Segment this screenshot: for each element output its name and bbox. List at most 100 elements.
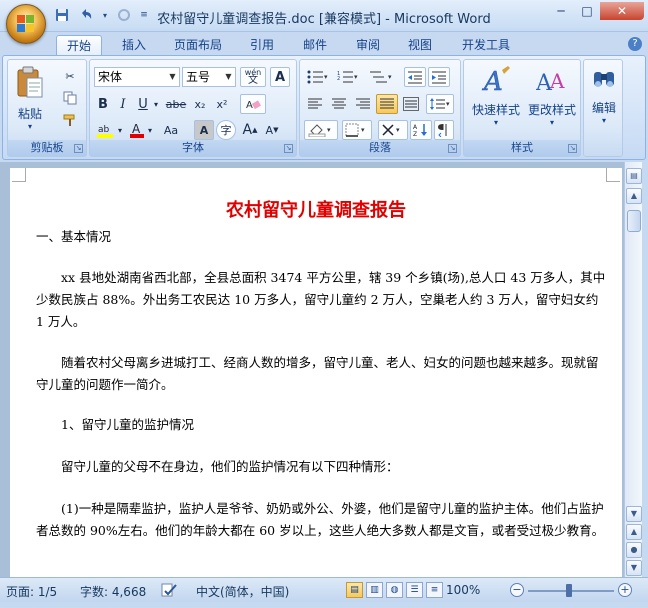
copy-icon[interactable]: [60, 88, 80, 108]
align-left-button[interactable]: [304, 94, 326, 114]
italic-button[interactable]: I: [114, 94, 132, 114]
styles-launcher-icon[interactable]: ↘: [568, 144, 577, 153]
tab-review[interactable]: 审阅: [346, 35, 390, 56]
sort-button[interactable]: AZ: [410, 120, 432, 140]
tab-insert[interactable]: 插入: [112, 35, 156, 56]
vertical-scrollbar[interactable]: ▤ ▲ ▼ ▲ ● ▼: [624, 162, 642, 577]
svg-text:▾: ▾: [388, 73, 392, 81]
phonetic-guide-button[interactable]: wén 文: [240, 67, 266, 87]
justify-button[interactable]: [376, 94, 398, 114]
paragraph-migration: 随着农村父母离乡进城打工、经商人数的增多，留守儿童、老人、妇女的问题也越来越多。…: [36, 355, 599, 392]
web-layout-view-icon[interactable]: ◍: [386, 582, 403, 598]
tab-references[interactable]: 引用: [240, 35, 284, 56]
align-center-button[interactable]: [328, 94, 350, 114]
paste-button[interactable]: 粘贴 ▾: [12, 66, 48, 131]
shrink-font-button[interactable]: A ▼: [262, 120, 282, 140]
character-border-button[interactable]: A: [270, 67, 290, 87]
multilevel-list-button[interactable]: ▾: [366, 67, 396, 87]
chinese-layout-button[interactable]: ▾: [378, 120, 408, 140]
clipboard-launcher-icon[interactable]: ↘: [74, 144, 83, 153]
character-shading-button[interactable]: A: [194, 120, 214, 140]
previous-page-icon[interactable]: ▲: [626, 524, 642, 540]
scroll-up-icon[interactable]: ▲: [626, 188, 642, 204]
align-right-button[interactable]: [352, 94, 374, 114]
font-color-button[interactable]: A: [128, 120, 146, 140]
grow-font-button[interactable]: A ▲: [240, 120, 260, 140]
zoom-out-icon[interactable]: −: [510, 583, 524, 597]
quick-styles-button[interactable]: A 快速样式 ▾: [468, 64, 524, 127]
underline-button[interactable]: U: [134, 94, 152, 114]
tab-view[interactable]: 视图: [398, 35, 442, 56]
svg-text:A: A: [549, 69, 565, 93]
svg-text:ab: ab: [98, 125, 110, 135]
print-layout-view-icon[interactable]: ▤: [346, 582, 363, 598]
font-color-dropdown-icon[interactable]: ▾: [146, 120, 154, 140]
scroll-thumb[interactable]: [627, 210, 641, 232]
font-name-combo[interactable]: 宋体 ▼: [94, 67, 180, 87]
paste-icon: [17, 66, 43, 98]
show-paragraph-marks-button[interactable]: [434, 120, 454, 140]
svg-text:2: 2: [337, 76, 340, 82]
underline-dropdown-icon[interactable]: ▾: [152, 94, 160, 114]
cut-icon[interactable]: ✂: [60, 66, 80, 86]
format-painter-icon[interactable]: [60, 110, 80, 130]
clear-formatting-button[interactable]: A: [240, 94, 266, 114]
scroll-down-icon[interactable]: ▼: [626, 506, 642, 522]
tab-home[interactable]: 开始: [56, 35, 103, 56]
paragraph-guardianship-intro: 留守儿童的父母不在身边，他们的监护情况有以下四种情形：: [61, 459, 399, 474]
font-size-combo[interactable]: 五号 ▼: [182, 67, 236, 87]
right-frame: [642, 162, 648, 577]
superscript-button[interactable]: x²: [212, 94, 232, 114]
increase-indent-button[interactable]: [428, 67, 450, 87]
select-browse-object-icon[interactable]: ●: [626, 542, 642, 558]
bold-button[interactable]: B: [94, 94, 112, 114]
borders-button[interactable]: ▾: [342, 120, 372, 140]
line-spacing-button[interactable]: ▾: [426, 94, 454, 114]
paragraph-county-overview: xx 县地处湖南省西北部，全县总面积 3474 平方公里，辖 39 个乡镇(场)…: [36, 270, 606, 329]
editing-button[interactable]: 编辑 ▾: [586, 64, 622, 125]
distributed-align-button[interactable]: [400, 94, 422, 114]
highlight-dropdown-icon[interactable]: ▾: [116, 120, 124, 140]
strikethrough-button[interactable]: abe: [164, 94, 188, 114]
language-status[interactable]: 中文(简体，中国): [196, 583, 289, 600]
change-styles-dropdown-icon: ▾: [549, 118, 554, 127]
proofing-icon[interactable]: [160, 583, 178, 600]
shading-button[interactable]: ▾: [304, 120, 338, 140]
numbering-button[interactable]: 1 2 ▾: [334, 67, 362, 87]
tab-mailings[interactable]: 邮件: [293, 35, 337, 56]
zoom-in-icon[interactable]: +: [618, 583, 632, 597]
zoom-level[interactable]: 100%: [446, 583, 480, 597]
minimize-button[interactable]: ─: [548, 2, 574, 20]
draft-view-icon[interactable]: ≡: [426, 582, 443, 598]
ruler-toggle-icon[interactable]: ▤: [626, 168, 642, 184]
change-styles-button[interactable]: A A 更改样式 ▾: [524, 64, 580, 127]
close-button[interactable]: ✕: [600, 2, 644, 20]
editing-label: 编辑: [591, 101, 616, 115]
maximize-button[interactable]: □: [574, 2, 600, 20]
zoom-slider-thumb[interactable]: [566, 584, 572, 597]
paragraph-launcher-icon[interactable]: ↘: [448, 144, 457, 153]
shrink-font-label: A: [265, 123, 274, 137]
subscript-button[interactable]: x₂: [190, 94, 210, 114]
page-count[interactable]: 页面: 1/5: [6, 583, 57, 600]
paragraph-grandparent-guardians: (1)一种是隔辈监护，监护人是爷爷、奶奶或外公、外婆，他们是留守儿童的监护主体。…: [36, 501, 605, 538]
next-page-icon[interactable]: ▼: [626, 560, 642, 576]
help-icon[interactable]: ?: [628, 37, 642, 51]
document-page[interactable]: 农村留守儿童调查报告 一、基本情况 xx 县地处湖南省西北部，全县总面积 347…: [10, 168, 622, 577]
word-count[interactable]: 字数: 4,668: [80, 583, 146, 600]
tab-page-layout[interactable]: 页面布局: [164, 35, 232, 56]
highlight-button[interactable]: ab: [94, 120, 116, 140]
font-launcher-icon[interactable]: ↘: [284, 144, 293, 153]
enclose-characters-button[interactable]: 字: [216, 120, 236, 140]
document-title: 农村留守儿童调查报告: [226, 200, 406, 221]
office-button[interactable]: [6, 4, 46, 44]
full-screen-reading-view-icon[interactable]: ▥: [366, 582, 383, 598]
group-styles: A 快速样式 ▾ A A 更改样式 ▾ 样式 ↘: [463, 59, 581, 157]
bullets-button[interactable]: ▾: [304, 67, 332, 87]
outline-view-icon[interactable]: ☰: [406, 582, 423, 598]
change-case-button[interactable]: Aa: [158, 120, 184, 140]
tab-developer[interactable]: 开发工具: [452, 35, 520, 56]
font-group-label: 字体: [90, 140, 296, 156]
svg-text:A: A: [132, 122, 141, 136]
decrease-indent-button[interactable]: [404, 67, 426, 87]
